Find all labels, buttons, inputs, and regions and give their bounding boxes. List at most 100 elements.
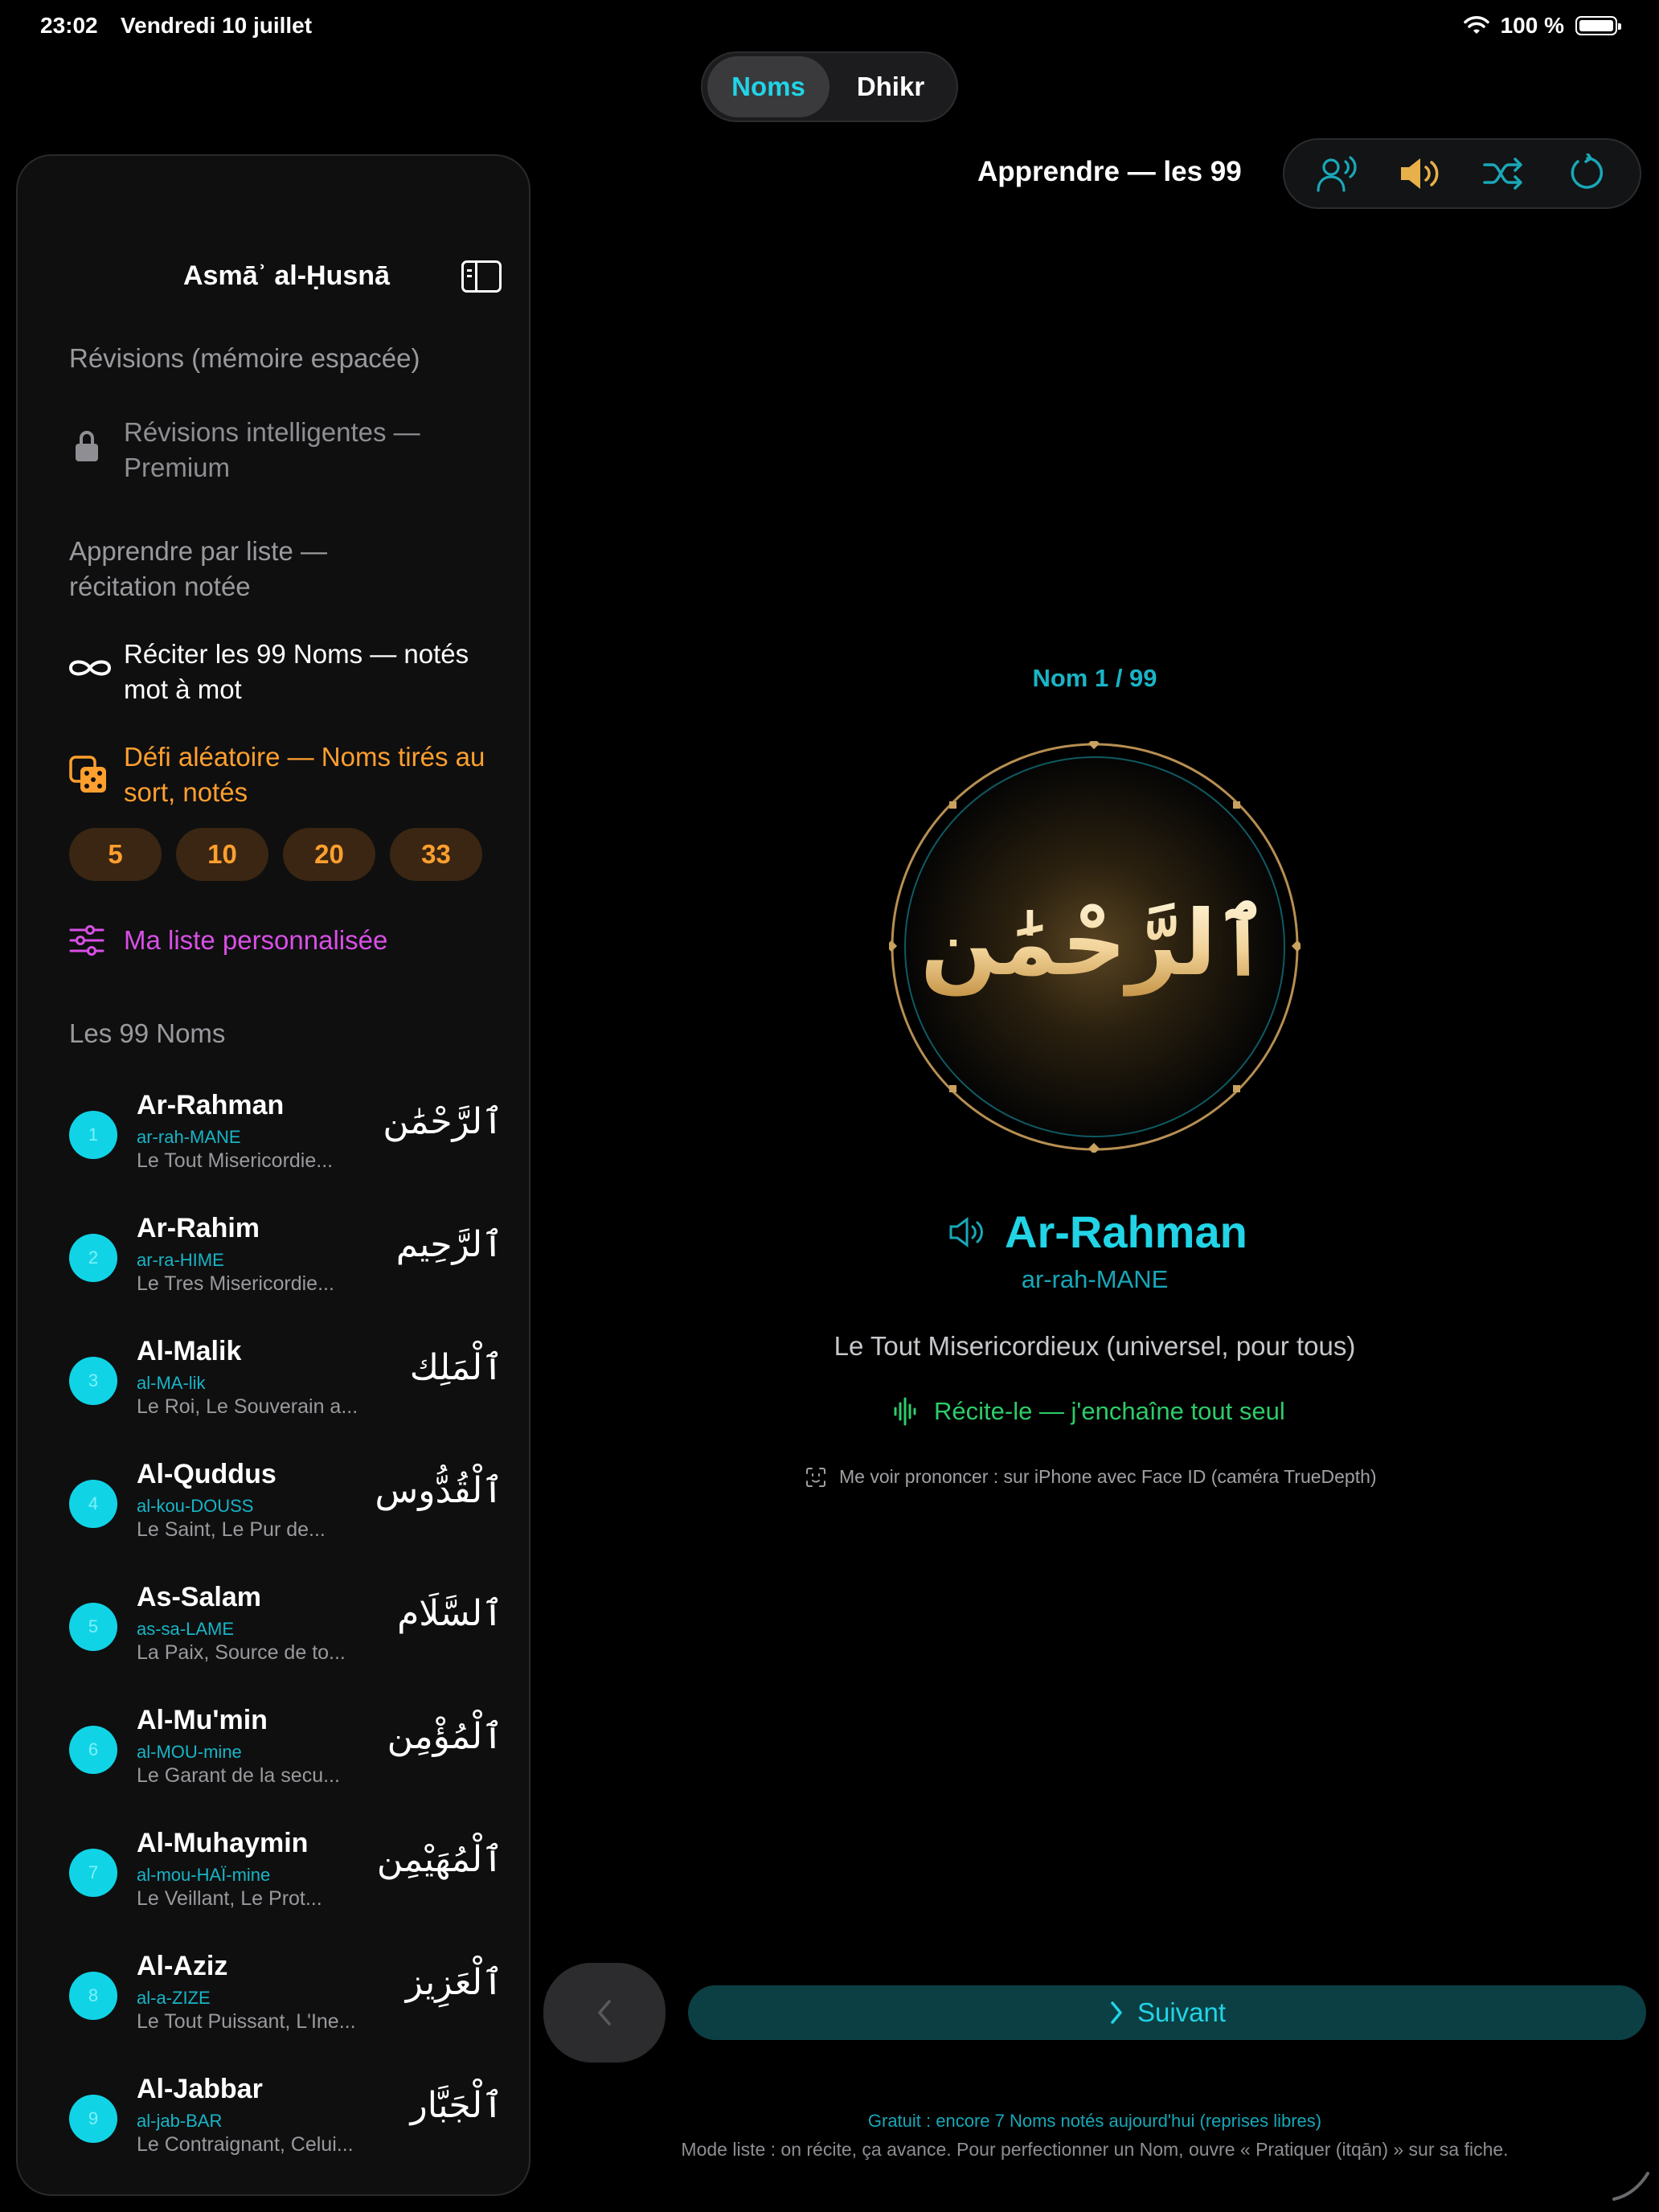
- recite-button[interactable]: Récite-le — j'enchaîne tout seul: [892, 1397, 1285, 1426]
- name-meaning: Le Roi, Le Souverain a...: [137, 1395, 358, 1418]
- name-meaning: Le Saint, Le Pur de...: [137, 1518, 326, 1541]
- names-list-header: Les 99 Noms: [69, 1018, 226, 1048]
- lock-icon: [76, 431, 98, 461]
- current-name: Ar-Rahman: [1005, 1206, 1247, 1257]
- page-title: Apprendre — les 99: [977, 156, 1242, 187]
- shuffle-icon: [1483, 158, 1522, 190]
- audio-toggle-button[interactable]: [1392, 145, 1448, 202]
- mode-segmented-control: Noms Dhikr: [701, 51, 958, 122]
- chip-10[interactable]: 10: [176, 828, 268, 881]
- chevron-right-icon: [1111, 2001, 1122, 2024]
- name-arabic: ٱلسَّلَام: [397, 1593, 503, 1634]
- faceid-note: Me voir prononcer : sur iPhone avec Face…: [805, 1466, 1377, 1488]
- name-arabic: ٱلْعَزِيز: [405, 1962, 503, 2003]
- status-time: 23:02: [40, 13, 98, 38]
- name-number-badge: 5: [69, 1603, 117, 1651]
- name-transliteration: Al-Muhaymin: [137, 1828, 309, 1858]
- restart-button[interactable]: [1559, 145, 1615, 202]
- name-arabic: ٱلْقُدُّوس: [375, 1470, 504, 1511]
- name-transliteration: Al-Jabbar: [137, 2074, 263, 2104]
- name-number-badge: 7: [69, 1849, 117, 1897]
- list-item[interactable]: 6 Al-Mu'min al-MOU-mine Le Garant de la …: [69, 1705, 503, 1809]
- sliders-icon: [69, 925, 104, 956]
- name-meaning: La Paix, Source de to...: [137, 1641, 346, 1664]
- name-pronunciation: al-kou-DOUSS: [137, 1496, 254, 1516]
- tab-dhikr[interactable]: Dhikr: [830, 56, 952, 117]
- status-indicators: 100 %: [1463, 13, 1621, 39]
- faceid-text: Me voir prononcer : sur iPhone avec Face…: [839, 1466, 1377, 1487]
- list-item[interactable]: 8 Al-Aziz al-a-ZIZE Le Tout Puissant, L'…: [69, 1951, 503, 2055]
- sidebar: Asmāʾ al-Ḥusnā Révisions (mémoire espacé…: [16, 154, 530, 2196]
- name-pronunciation: al-MA-lik: [137, 1373, 206, 1393]
- random-challenge-item[interactable]: Défi aléatoire — Noms tirés au sort, not…: [124, 739, 502, 810]
- next-label: Suivant: [1137, 1997, 1227, 2027]
- name-pronunciation: al-MOU-mine: [137, 1742, 242, 1762]
- custom-list-item[interactable]: Ma liste personnalisée: [124, 923, 387, 958]
- name-medallion: ٱلرَّحْمَٰن: [889, 741, 1301, 1153]
- shuffle-button[interactable]: [1476, 145, 1532, 202]
- name-pronunciation: al-a-ZIZE: [137, 1988, 211, 2008]
- list-item[interactable]: 1 Ar-Rahman ar-rah-MANE Le Tout Miserico…: [69, 1090, 503, 1194]
- current-meaning: Le Tout Misericordieux (universel, pour …: [834, 1331, 1356, 1361]
- medallion-arabic: ٱلرَّحْمَٰن: [920, 891, 1269, 996]
- name-arabic: ٱلْمُهَيْمِن: [376, 1839, 503, 1880]
- status-date: Vendredi 10 juillet: [121, 13, 313, 38]
- learning-toolbar: [1283, 138, 1641, 209]
- name-pronunciation: ar-rah-MANE: [137, 1127, 241, 1147]
- restart-icon: [1571, 154, 1604, 189]
- wifi-icon: [1463, 16, 1489, 34]
- recite-label: Récite-le — j'enchaîne tout seul: [934, 1397, 1285, 1425]
- battery-icon: [1575, 16, 1621, 35]
- voice-recognition-button[interactable]: [1309, 145, 1366, 202]
- next-button[interactable]: Suivant: [688, 1985, 1646, 2040]
- previous-button[interactable]: [543, 1963, 666, 2062]
- name-arabic: ٱلرَّحِيم: [395, 1224, 503, 1265]
- name-meaning: Le Garant de la secu...: [137, 1764, 340, 1787]
- smart-revisions-item[interactable]: Révisions intelligentes — Premium: [124, 415, 429, 485]
- chip-5[interactable]: 5: [69, 828, 162, 881]
- name-pronunciation: al-mou-HAÏ-mine: [137, 1865, 271, 1885]
- challenge-size-chips: 5 10 20 33: [69, 828, 482, 881]
- name-number-badge: 1: [69, 1111, 117, 1159]
- sidebar-title: Asmāʾ al-Ḥusnā: [183, 260, 390, 291]
- name-arabic: ٱلْمُؤْمِن: [387, 1716, 503, 1757]
- name-meaning: Le Tout Puissant, L'Ine...: [137, 2010, 356, 2033]
- voice-recognition-icon: [1317, 156, 1357, 192]
- battery-percent: 100 %: [1500, 13, 1564, 38]
- name-pronunciation: as-sa-LAME: [137, 1619, 235, 1639]
- name-arabic: ٱلرَّحْمَٰن: [383, 1101, 503, 1142]
- chevron-left-icon: [598, 2000, 611, 2026]
- name-transliteration: Ar-Rahman: [137, 1090, 285, 1120]
- free-quota-note: Gratuit : encore 7 Noms notés aujourd'hu…: [867, 2111, 1322, 2131]
- current-pronunciation: ar-rah-MANE: [1021, 1265, 1169, 1293]
- speaker-icon: [1401, 158, 1439, 189]
- list-learning-header: Apprendre par liste — récitation notée: [69, 536, 327, 601]
- name-number-badge: 6: [69, 1726, 117, 1774]
- chip-33[interactable]: 33: [390, 828, 482, 881]
- name-transliteration: As-Salam: [137, 1582, 261, 1612]
- name-transliteration: Al-Quddus: [137, 1459, 276, 1489]
- chip-20[interactable]: 20: [283, 828, 375, 881]
- dice-icon: [69, 756, 106, 793]
- name-row: Ar-Rahman: [948, 1206, 1247, 1258]
- list-item[interactable]: 5 As-Salam as-sa-LAME La Paix, Source de…: [69, 1582, 503, 1686]
- name-number-badge: 3: [69, 1357, 117, 1405]
- name-meaning: Le Tout Misericordie...: [137, 1149, 334, 1172]
- name-transliteration: Al-Aziz: [137, 1951, 228, 1981]
- name-number-badge: 8: [69, 1972, 117, 2020]
- list-item[interactable]: 4 Al-Quddus al-kou-DOUSS Le Saint, Le Pu…: [69, 1459, 503, 1563]
- faceid-icon: [806, 1467, 825, 1487]
- list-mode-note: Mode liste : on récite, ça avance. Pour …: [681, 2139, 1509, 2160]
- resize-handle-icon[interactable]: [1611, 2162, 1651, 2202]
- play-pronunciation-icon[interactable]: [948, 1216, 987, 1248]
- name-transliteration: Al-Mu'min: [137, 1705, 268, 1735]
- sidebar-toggle-icon[interactable]: [461, 260, 502, 293]
- name-meaning: Le Veillant, Le Prot...: [137, 1887, 322, 1910]
- name-number-badge: 4: [69, 1480, 117, 1528]
- list-item[interactable]: 7 Al-Muhaymin al-mou-HAÏ-mine Le Veillan…: [69, 1828, 503, 1932]
- name-counter: Nom 1 / 99: [1032, 664, 1157, 692]
- tab-noms[interactable]: Noms: [707, 56, 830, 117]
- revisions-header: Révisions (mémoire espacée): [69, 343, 420, 373]
- waveform-icon: [894, 1397, 916, 1426]
- name-transliteration: Ar-Rahim: [137, 1213, 260, 1243]
